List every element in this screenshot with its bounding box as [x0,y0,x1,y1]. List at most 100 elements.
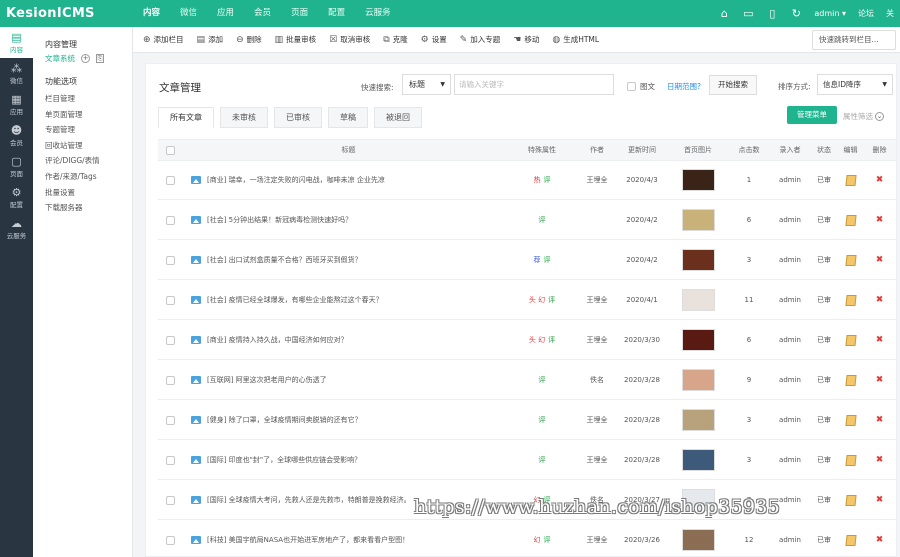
module-wechat-button[interactable]: ⁂ 微信 [0,58,33,89]
edit-icon[interactable] [844,254,857,266]
toolbar-button[interactable]: ✎ 加入专题 [460,34,501,45]
checkbox-icon[interactable] [165,455,175,465]
sidebar-item[interactable]: 单页面管理 [45,107,132,123]
sidebar-item[interactable]: 批量设置 [45,185,132,201]
tab-item[interactable]: 未审核 [220,107,268,128]
date-range-link[interactable]: 日期范围? [667,81,701,92]
module-page-button[interactable]: ▢ 页面 [0,151,33,182]
copy-icon[interactable]: ⎘ [96,54,104,63]
module-apps-button[interactable]: ▦ 应用 [0,89,33,120]
user-menu[interactable]: admin ▾ [808,9,852,18]
cover-thumbnail[interactable] [681,449,715,471]
sidebar-active-item[interactable]: 文章系统 + ⎘ [45,53,132,64]
cover-thumbnail[interactable] [681,529,715,551]
cover-thumbnail[interactable] [681,369,715,391]
refresh-icon[interactable]: ↻ [784,0,808,27]
checkbox-icon[interactable] [165,175,175,185]
article-title-text[interactable]: [商业] 疫情持入持久战，中国经济如何应对？ [207,336,348,344]
article-title[interactable]: [科技] 美国宇航局NASA也开始进军房地产了，都来看看户型图！ [191,521,506,556]
tab-item[interactable]: 被退回 [374,107,422,128]
delete-icon[interactable]: ✖ [876,295,884,305]
article-title[interactable]: [互联网] 阿里这次把老用户的心伤透了 [191,361,506,400]
sidebar-item[interactable]: 评论/DIGG/表情 [45,153,132,169]
table-row[interactable]: [商业] 疫情持入持久战，中国经济如何应对？ 头 幻评 王埋全 2020/3/30 6 a… [158,321,896,360]
module-gear-button[interactable]: ⚙ 配置 [0,182,33,213]
delete-icon[interactable]: ✖ [876,215,884,225]
delete-icon[interactable]: ✖ [876,375,884,385]
edit-icon[interactable] [844,334,857,346]
search-button[interactable]: 开始搜索 [709,75,757,95]
tab-item[interactable]: 已审核 [274,107,322,128]
module-cloud-button[interactable]: ☁ 云服务 [0,213,33,244]
cover-thumbnail[interactable] [681,409,715,431]
cover-thumbnail[interactable] [681,169,715,191]
delete-icon[interactable]: ✖ [876,415,884,425]
article-title-text[interactable]: [国际] 印度也"封"了，全球哪些供应链会受影响？ [207,456,361,464]
article-title[interactable]: [社会] 疫情已经全球爆发，有哪些企业能熬过这个春天？ [191,281,506,320]
article-title[interactable]: [社会] 出口试剂盒质量不合格？西班牙买到假货？ [191,241,506,280]
table-row[interactable]: [社会] 出口试剂盒质量不合格？西班牙买到假货？ 荐评 2020/4/2 3 admin… [158,241,896,280]
checkbox-icon[interactable] [165,215,175,225]
edit-icon[interactable] [844,214,857,226]
edit-icon[interactable] [844,534,857,546]
module-content-button[interactable]: ▤ 内容 [0,27,33,58]
header-checkbox[interactable] [161,140,179,161]
add-circle-icon[interactable]: + [81,54,90,63]
mobile-icon[interactable]: ▯ [760,0,784,27]
delete-icon[interactable]: ✖ [876,495,884,505]
article-title[interactable]: [健身] 除了口罩，全球疫情期间卖脱销的还有它？ [191,401,506,440]
article-title[interactable]: [商业] 瑞幸，一场注定失败的闪电战，咖啡未凉 企业先凉 [191,161,506,200]
cover-thumbnail[interactable] [681,209,715,231]
table-row[interactable]: [社会] 5分钟出结果！新冠病毒检测快速好吗？ 评 2020/4/2 6 admin 已审… [158,201,896,240]
sidebar-item[interactable]: 作者/来源/Tags [45,169,132,185]
edit-icon[interactable] [844,454,857,466]
sidebar-item[interactable]: 专题管理 [45,122,132,138]
edit-icon[interactable] [844,294,857,306]
search-field-select[interactable]: 标题 ▼ [402,74,451,95]
toolbar-button[interactable]: ◍ 生成HTML [552,34,599,45]
checkbox-icon[interactable] [165,495,175,505]
attribute-filter[interactable]: 属性筛选 ⌄ [843,111,884,122]
toolbar-button[interactable]: ⚙ 设置 [421,34,447,45]
checkbox-icon[interactable] [165,535,175,545]
article-title[interactable]: [国际] 印度也"封"了，全球哪些供应链会受影响？ [191,441,506,480]
keyword-input[interactable]: 请输入关键字 [454,74,614,95]
article-title-text[interactable]: [国际] 全球疫情大考问，先救人还是先救市，特朗普是挽救经济。 [207,496,411,504]
tab-item[interactable]: 所有文章 [158,107,214,128]
checkbox-icon[interactable] [165,145,175,155]
sort-select[interactable]: 信息ID降序 ▼ [817,74,893,95]
table-row[interactable]: [健身] 除了口罩，全球疫情期间卖脱销的还有它？ 评 王埋全 2020/3/28 3 ad… [158,401,896,440]
table-row[interactable]: [国际] 印度也"封"了，全球哪些供应链会受影响？ 评 王埋全 2020/3/28 3 a… [158,441,896,480]
quick-jump-select[interactable]: 快速跳转到栏目... [812,29,896,50]
article-title-text[interactable]: [健身] 除了口罩，全球疫情期间卖脱销的还有它？ [207,416,362,424]
toolbar-button[interactable]: ⊕ 添加栏目 [143,34,184,45]
table-row[interactable]: [商业] 瑞幸，一场注定失败的闪电战，咖啡未凉 企业先凉 热评 王埋全 2020/4/… [158,161,896,200]
top-nav-item[interactable]: 内容 [133,0,170,27]
checkbox-icon[interactable] [165,415,175,425]
cover-thumbnail[interactable] [681,249,715,271]
sidebar-item[interactable]: 下载服务器 [45,200,132,216]
toolbar-button[interactable]: ⧉ 克隆 [383,34,407,45]
edit-icon[interactable] [844,174,857,186]
edit-icon[interactable] [844,414,857,426]
app-logo[interactable]: KesionICMS [0,6,133,21]
top-nav-item[interactable]: 页面 [281,0,318,27]
monitor-icon[interactable]: ▭ [736,0,760,27]
article-title-text[interactable]: [社会] 出口试剂盒质量不合格？西班牙买到假货？ [207,256,362,264]
top-nav-item[interactable]: 微信 [170,0,207,27]
article-title-text[interactable]: [社会] 疫情已经全球爆发，有哪些企业能熬过这个春天？ [207,296,383,304]
checkbox-icon[interactable] [627,82,636,91]
toolbar-button[interactable]: ☚ 移动 [513,34,539,45]
table-row[interactable]: [互联网] 阿里这次把老用户的心伤透了 评 佚名 2020/3/28 9 admin 已审 ✖ [158,361,896,400]
article-title[interactable]: [社会] 5分钟出结果！新冠病毒检测快速好吗？ [191,201,506,240]
delete-icon[interactable]: ✖ [876,535,884,545]
toolbar-button[interactable]: ☒ 取消审核 [329,34,370,45]
cover-thumbnail[interactable] [681,289,715,311]
article-title-text[interactable]: [互联网] 阿里这次把老用户的心伤透了 [207,376,327,384]
tuwen-checkbox[interactable]: 图文 [627,81,655,92]
article-title-text[interactable]: [科技] 美国宇航局NASA也开始进军房地产了，都来看看户型图！ [207,536,409,544]
edit-icon[interactable] [844,374,857,386]
article-title-text[interactable]: [社会] 5分钟出结果！新冠病毒检测快速好吗？ [207,216,352,224]
module-members-button[interactable]: ☻ 会员 [0,120,33,151]
toolbar-button[interactable]: ▥ 批量审核 [275,34,317,45]
